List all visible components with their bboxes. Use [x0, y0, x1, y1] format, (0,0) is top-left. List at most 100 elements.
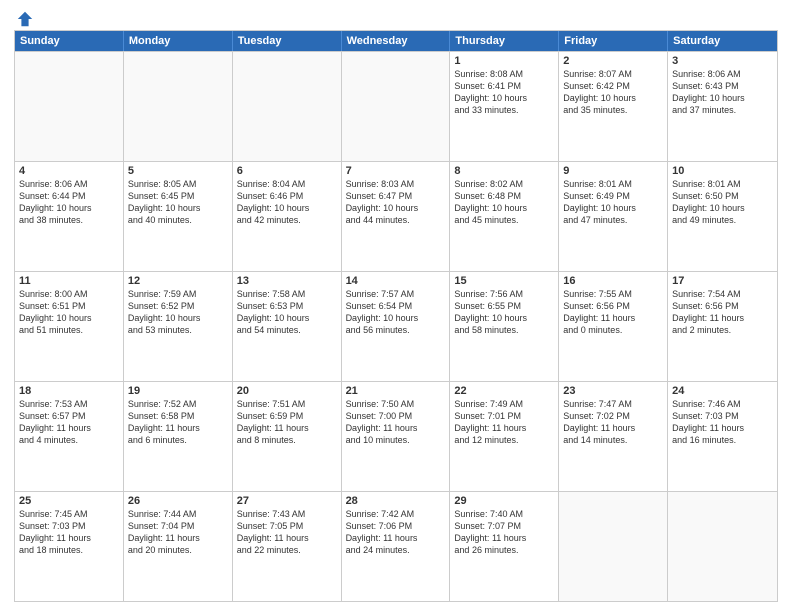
- day-number: 4: [19, 165, 119, 177]
- calendar-cell: 8Sunrise: 8:02 AM Sunset: 6:48 PM Daylig…: [450, 162, 559, 271]
- calendar-cell: 11Sunrise: 8:00 AM Sunset: 6:51 PM Dayli…: [15, 272, 124, 381]
- calendar-cell: 7Sunrise: 8:03 AM Sunset: 6:47 PM Daylig…: [342, 162, 451, 271]
- calendar-cell: 21Sunrise: 7:50 AM Sunset: 7:00 PM Dayli…: [342, 382, 451, 491]
- day-info: Sunrise: 8:06 AM Sunset: 6:43 PM Dayligh…: [672, 68, 773, 117]
- day-number: 2: [563, 55, 663, 67]
- day-info: Sunrise: 8:04 AM Sunset: 6:46 PM Dayligh…: [237, 178, 337, 227]
- day-number: 22: [454, 385, 554, 397]
- day-number: 18: [19, 385, 119, 397]
- calendar-cell: 28Sunrise: 7:42 AM Sunset: 7:06 PM Dayli…: [342, 492, 451, 601]
- day-info: Sunrise: 7:51 AM Sunset: 6:59 PM Dayligh…: [237, 398, 337, 447]
- day-info: Sunrise: 8:03 AM Sunset: 6:47 PM Dayligh…: [346, 178, 446, 227]
- day-number: 13: [237, 275, 337, 287]
- day-info: Sunrise: 7:43 AM Sunset: 7:05 PM Dayligh…: [237, 508, 337, 557]
- day-number: 26: [128, 495, 228, 507]
- day-number: 25: [19, 495, 119, 507]
- day-info: Sunrise: 7:56 AM Sunset: 6:55 PM Dayligh…: [454, 288, 554, 337]
- day-info: Sunrise: 7:46 AM Sunset: 7:03 PM Dayligh…: [672, 398, 773, 447]
- logo: [14, 10, 34, 24]
- day-header-thursday: Thursday: [450, 31, 559, 51]
- calendar-cell: [233, 52, 342, 161]
- day-info: Sunrise: 8:01 AM Sunset: 6:49 PM Dayligh…: [563, 178, 663, 227]
- day-info: Sunrise: 8:07 AM Sunset: 6:42 PM Dayligh…: [563, 68, 663, 117]
- day-number: 24: [672, 385, 773, 397]
- calendar-cell: [124, 52, 233, 161]
- calendar-cell: 6Sunrise: 8:04 AM Sunset: 6:46 PM Daylig…: [233, 162, 342, 271]
- day-number: 20: [237, 385, 337, 397]
- day-info: Sunrise: 7:40 AM Sunset: 7:07 PM Dayligh…: [454, 508, 554, 557]
- day-info: Sunrise: 7:42 AM Sunset: 7:06 PM Dayligh…: [346, 508, 446, 557]
- day-info: Sunrise: 8:06 AM Sunset: 6:44 PM Dayligh…: [19, 178, 119, 227]
- calendar-cell: 19Sunrise: 7:52 AM Sunset: 6:58 PM Dayli…: [124, 382, 233, 491]
- calendar-cell: [668, 492, 777, 601]
- day-info: Sunrise: 7:59 AM Sunset: 6:52 PM Dayligh…: [128, 288, 228, 337]
- day-info: Sunrise: 8:02 AM Sunset: 6:48 PM Dayligh…: [454, 178, 554, 227]
- page: SundayMondayTuesdayWednesdayThursdayFrid…: [0, 0, 792, 612]
- day-info: Sunrise: 7:58 AM Sunset: 6:53 PM Dayligh…: [237, 288, 337, 337]
- day-number: 12: [128, 275, 228, 287]
- logo-icon: [16, 10, 34, 28]
- day-number: 14: [346, 275, 446, 287]
- calendar: SundayMondayTuesdayWednesdayThursdayFrid…: [14, 30, 778, 602]
- calendar-cell: 13Sunrise: 7:58 AM Sunset: 6:53 PM Dayli…: [233, 272, 342, 381]
- day-info: Sunrise: 7:49 AM Sunset: 7:01 PM Dayligh…: [454, 398, 554, 447]
- calendar-cell: [559, 492, 668, 601]
- day-info: Sunrise: 7:44 AM Sunset: 7:04 PM Dayligh…: [128, 508, 228, 557]
- calendar-cell: 3Sunrise: 8:06 AM Sunset: 6:43 PM Daylig…: [668, 52, 777, 161]
- calendar-cell: 5Sunrise: 8:05 AM Sunset: 6:45 PM Daylig…: [124, 162, 233, 271]
- day-header-monday: Monday: [124, 31, 233, 51]
- calendar-cell: 29Sunrise: 7:40 AM Sunset: 7:07 PM Dayli…: [450, 492, 559, 601]
- day-number: 8: [454, 165, 554, 177]
- day-number: 23: [563, 385, 663, 397]
- calendar-cell: 24Sunrise: 7:46 AM Sunset: 7:03 PM Dayli…: [668, 382, 777, 491]
- day-number: 29: [454, 495, 554, 507]
- calendar-cell: 1Sunrise: 8:08 AM Sunset: 6:41 PM Daylig…: [450, 52, 559, 161]
- day-number: 7: [346, 165, 446, 177]
- day-number: 16: [563, 275, 663, 287]
- calendar-cell: 27Sunrise: 7:43 AM Sunset: 7:05 PM Dayli…: [233, 492, 342, 601]
- calendar-cell: 15Sunrise: 7:56 AM Sunset: 6:55 PM Dayli…: [450, 272, 559, 381]
- day-header-wednesday: Wednesday: [342, 31, 451, 51]
- calendar-cell: 17Sunrise: 7:54 AM Sunset: 6:56 PM Dayli…: [668, 272, 777, 381]
- header: [14, 10, 778, 24]
- day-info: Sunrise: 7:53 AM Sunset: 6:57 PM Dayligh…: [19, 398, 119, 447]
- calendar-cell: 16Sunrise: 7:55 AM Sunset: 6:56 PM Dayli…: [559, 272, 668, 381]
- day-info: Sunrise: 7:47 AM Sunset: 7:02 PM Dayligh…: [563, 398, 663, 447]
- day-header-friday: Friday: [559, 31, 668, 51]
- day-number: 9: [563, 165, 663, 177]
- day-number: 28: [346, 495, 446, 507]
- day-number: 10: [672, 165, 773, 177]
- calendar-cell: 9Sunrise: 8:01 AM Sunset: 6:49 PM Daylig…: [559, 162, 668, 271]
- calendar-row-2: 4Sunrise: 8:06 AM Sunset: 6:44 PM Daylig…: [15, 161, 777, 271]
- day-number: 19: [128, 385, 228, 397]
- calendar-cell: 26Sunrise: 7:44 AM Sunset: 7:04 PM Dayli…: [124, 492, 233, 601]
- day-number: 27: [237, 495, 337, 507]
- day-info: Sunrise: 7:55 AM Sunset: 6:56 PM Dayligh…: [563, 288, 663, 337]
- day-number: 17: [672, 275, 773, 287]
- calendar-cell: 12Sunrise: 7:59 AM Sunset: 6:52 PM Dayli…: [124, 272, 233, 381]
- day-number: 1: [454, 55, 554, 67]
- day-info: Sunrise: 7:54 AM Sunset: 6:56 PM Dayligh…: [672, 288, 773, 337]
- calendar-cell: 4Sunrise: 8:06 AM Sunset: 6:44 PM Daylig…: [15, 162, 124, 271]
- day-info: Sunrise: 7:57 AM Sunset: 6:54 PM Dayligh…: [346, 288, 446, 337]
- day-number: 11: [19, 275, 119, 287]
- day-info: Sunrise: 8:00 AM Sunset: 6:51 PM Dayligh…: [19, 288, 119, 337]
- calendar-cell: 18Sunrise: 7:53 AM Sunset: 6:57 PM Dayli…: [15, 382, 124, 491]
- calendar-cell: 2Sunrise: 8:07 AM Sunset: 6:42 PM Daylig…: [559, 52, 668, 161]
- calendar-cell: 23Sunrise: 7:47 AM Sunset: 7:02 PM Dayli…: [559, 382, 668, 491]
- day-number: 5: [128, 165, 228, 177]
- calendar-cell: 10Sunrise: 8:01 AM Sunset: 6:50 PM Dayli…: [668, 162, 777, 271]
- calendar-row-4: 18Sunrise: 7:53 AM Sunset: 6:57 PM Dayli…: [15, 381, 777, 491]
- calendar-row-3: 11Sunrise: 8:00 AM Sunset: 6:51 PM Dayli…: [15, 271, 777, 381]
- calendar-cell: [15, 52, 124, 161]
- day-header-sunday: Sunday: [15, 31, 124, 51]
- day-info: Sunrise: 7:52 AM Sunset: 6:58 PM Dayligh…: [128, 398, 228, 447]
- calendar-row-1: 1Sunrise: 8:08 AM Sunset: 6:41 PM Daylig…: [15, 51, 777, 161]
- calendar-cell: 14Sunrise: 7:57 AM Sunset: 6:54 PM Dayli…: [342, 272, 451, 381]
- day-info: Sunrise: 8:01 AM Sunset: 6:50 PM Dayligh…: [672, 178, 773, 227]
- day-number: 15: [454, 275, 554, 287]
- calendar-cell: [342, 52, 451, 161]
- day-header-tuesday: Tuesday: [233, 31, 342, 51]
- day-number: 6: [237, 165, 337, 177]
- day-info: Sunrise: 7:50 AM Sunset: 7:00 PM Dayligh…: [346, 398, 446, 447]
